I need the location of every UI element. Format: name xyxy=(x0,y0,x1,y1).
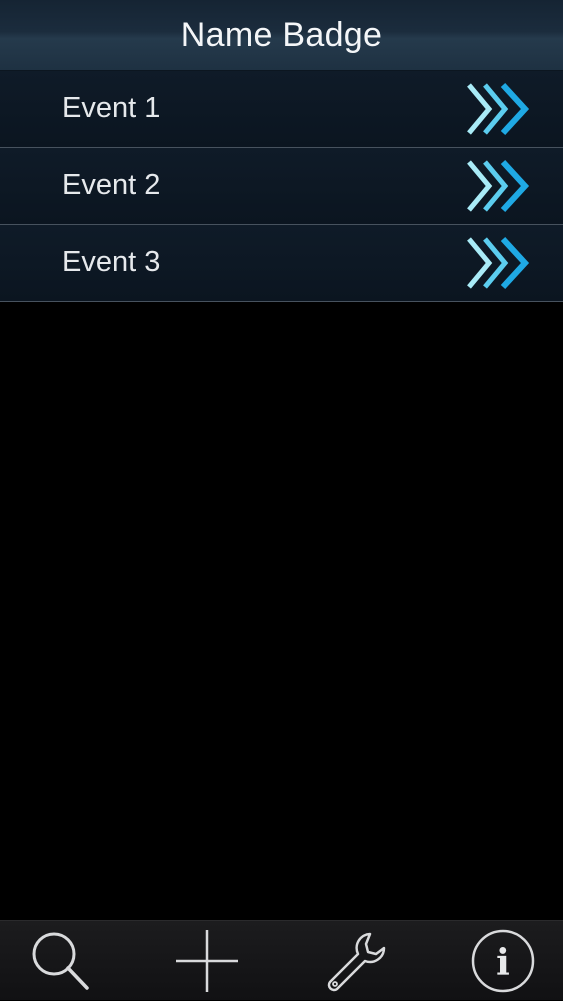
settings-button[interactable] xyxy=(305,921,405,1001)
navigation-bar: Name Badge xyxy=(0,0,563,71)
empty-content-area xyxy=(0,303,563,920)
add-button[interactable] xyxy=(157,921,257,1001)
page-title: Name Badge xyxy=(180,16,383,54)
event-row-1[interactable]: Event 1 xyxy=(0,71,563,148)
info-icon: i xyxy=(471,929,535,993)
triple-chevron-right-icon[interactable] xyxy=(465,235,533,291)
triple-chevron-right-icon[interactable] xyxy=(465,158,533,214)
info-glyph: i xyxy=(496,942,510,984)
triple-chevron-right-icon[interactable] xyxy=(465,81,533,137)
search-button[interactable] xyxy=(10,921,110,1001)
event-label: Event 3 xyxy=(62,246,161,278)
event-row-3[interactable]: Event 3 xyxy=(0,225,563,302)
plus-icon xyxy=(176,930,238,992)
wrench-icon xyxy=(327,932,386,992)
event-list: Event 1 Event 2 Event 3 xyxy=(0,71,563,302)
event-row-2[interactable]: Event 2 xyxy=(0,148,563,225)
info-button[interactable]: i xyxy=(453,921,553,1001)
event-label: Event 2 xyxy=(62,169,161,201)
event-label: Event 1 xyxy=(62,92,161,124)
bottom-toolbar: i xyxy=(0,920,563,1000)
search-icon xyxy=(32,932,89,990)
